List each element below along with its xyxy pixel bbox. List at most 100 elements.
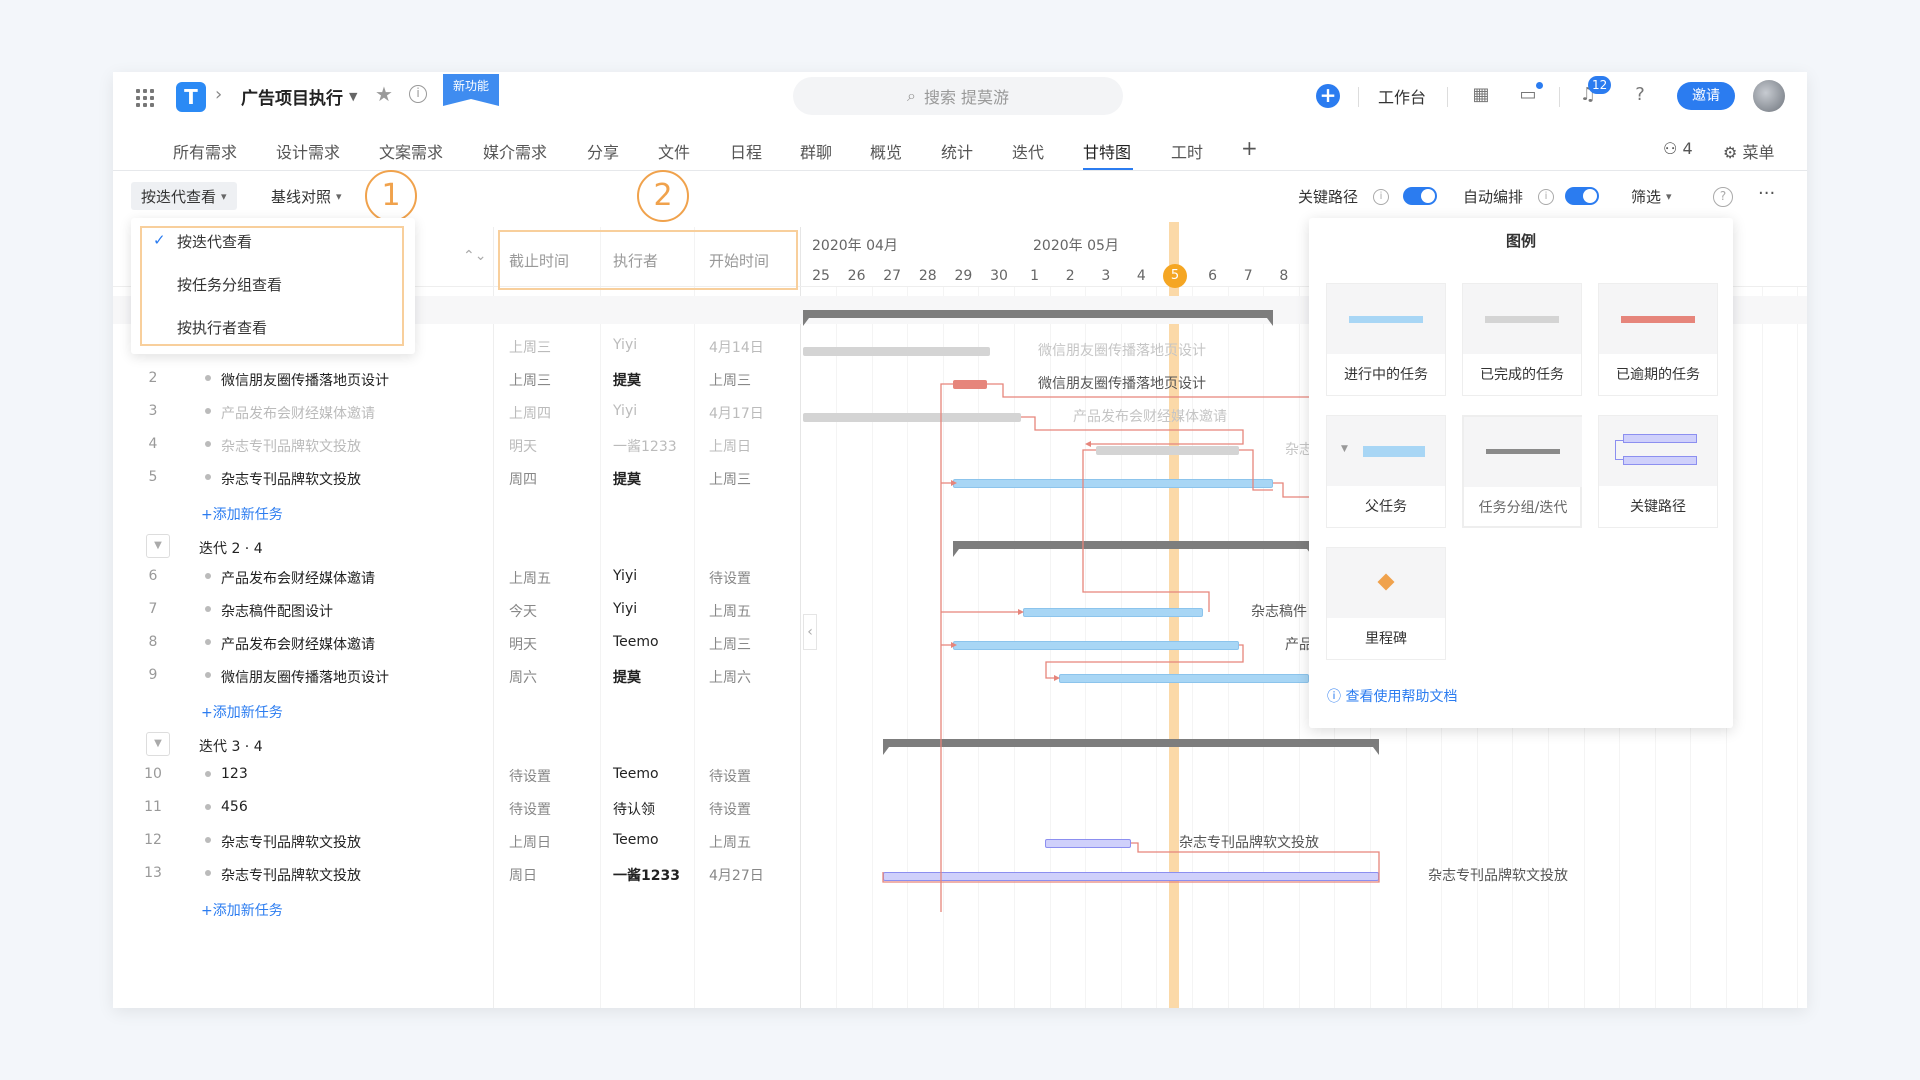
- deadline-cell: 周日: [509, 868, 537, 884]
- start-cell: 待设置: [709, 802, 751, 818]
- deadline-cell: 上周五: [509, 571, 551, 587]
- dropdown-item-group[interactable]: 按任务分组查看: [177, 274, 282, 295]
- day-label: 28: [918, 268, 937, 284]
- start-cell: 上周三: [709, 637, 751, 653]
- legend-label: 已完成的任务: [1480, 367, 1564, 383]
- start-cell: 上周三: [709, 472, 751, 488]
- legend-popover: 图例 进行中的任务 已完成的任务 已逾期的任务 ▼ 父任务 任务分组/迭代 关键…: [1309, 218, 1733, 728]
- task-bullet: [205, 474, 211, 480]
- day-label: 6: [1208, 268, 1218, 284]
- task-name[interactable]: 产品发布会财经媒体邀请: [221, 403, 375, 423]
- start-cell: 上周日: [709, 439, 751, 455]
- task-name[interactable]: 微信朋友圈传播落地页设计: [221, 370, 389, 390]
- day-label: 1: [1030, 268, 1040, 284]
- task-bullet: [205, 375, 211, 381]
- legend-label: 已逾期的任务: [1616, 367, 1700, 383]
- legend-iteration: 任务分组/迭代: [1462, 415, 1582, 528]
- legend-milestone: 里程碑: [1326, 547, 1446, 660]
- task-bullet: [205, 672, 211, 678]
- task-name[interactable]: 杂志专刊品牌软文投放: [221, 469, 361, 489]
- help-doc-link[interactable]: ⓘ 查看使用帮助文档: [1327, 686, 1457, 706]
- start-cell: 上周五: [709, 604, 751, 620]
- start-cell: 上周三: [709, 373, 751, 389]
- legend-label: 进行中的任务: [1344, 367, 1428, 383]
- assignee-cell: 提莫: [613, 373, 641, 389]
- start-cell: 4月14日: [709, 340, 764, 356]
- assignee-cell: Teemo: [613, 832, 659, 848]
- deadline-cell: 待设置: [509, 769, 551, 785]
- row-number: 10: [144, 766, 162, 782]
- start-cell: 待设置: [709, 571, 751, 587]
- deadline-cell: 今天: [509, 604, 537, 620]
- task-name[interactable]: 杂志专刊品牌软文投放: [221, 865, 361, 885]
- day-label: 27: [883, 268, 902, 284]
- row-number: 2: [148, 370, 158, 386]
- collapse-panel-handle[interactable]: ‹: [803, 614, 817, 650]
- row-number: 4: [148, 436, 158, 452]
- task-name[interactable]: 杂志稿件配图设计: [221, 601, 333, 621]
- task-bullet: [205, 441, 211, 447]
- deadline-cell: 上周四: [509, 406, 551, 422]
- deadline-cell: 上周三: [509, 340, 551, 356]
- deadline-cell: 明天: [509, 637, 537, 653]
- start-cell: 上周五: [709, 835, 751, 851]
- day-label: 4: [1136, 268, 1146, 284]
- task-name[interactable]: 杂志专刊品牌软文投放: [221, 436, 361, 456]
- start-cell: 待设置: [709, 769, 751, 785]
- day-label: 3: [1101, 268, 1111, 284]
- task-bullet: [205, 804, 211, 810]
- task-bullet: [205, 837, 211, 843]
- row-number: 11: [144, 799, 162, 815]
- row-number: 3: [148, 403, 158, 419]
- row-number: 8: [148, 634, 158, 650]
- deadline-cell: 周六: [509, 670, 537, 686]
- assignee-cell: 一酱1233: [613, 439, 677, 455]
- help-icon: ⓘ: [1327, 689, 1346, 705]
- view-by-dropdown: ✓ 按迭代查看 按任务分组查看 按执行者查看: [131, 218, 415, 354]
- task-name[interactable]: 123: [221, 766, 248, 782]
- app-window: T › 广告项目执行 ▼ ★ i 新功能 ⌕ 搜索 提莫游 + 工作台 ▦ ▭ ♫ …: [113, 72, 1807, 1008]
- day-label: 29: [954, 268, 973, 284]
- deadline-cell: 周四: [509, 472, 537, 488]
- task-name[interactable]: 微信朋友圈传播落地页设计: [221, 667, 389, 687]
- task-bullet: [205, 771, 211, 777]
- legend-critical-path: 关键路径: [1598, 415, 1718, 528]
- legend-title: 图例: [1505, 232, 1536, 250]
- dropdown-item-iteration[interactable]: 按迭代查看: [177, 231, 252, 252]
- deadline-cell: 上周日: [509, 835, 551, 851]
- legend-label: 任务分组/迭代: [1478, 500, 1568, 516]
- row-number: 12: [144, 832, 162, 848]
- start-cell: 4月27日: [709, 868, 764, 884]
- dropdown-item-assignee[interactable]: 按执行者查看: [177, 317, 267, 338]
- day-label: 26: [847, 268, 866, 284]
- task-bullet: [205, 870, 211, 876]
- row-number: 6: [148, 568, 158, 584]
- assignee-cell: Yiyi: [613, 403, 638, 419]
- legend-label: 父任务: [1365, 499, 1407, 515]
- legend-label: 里程碑: [1365, 631, 1407, 647]
- row-number: 5: [148, 469, 158, 485]
- start-cell: 上周六: [709, 670, 751, 686]
- task-bullet: [205, 573, 211, 579]
- task-name[interactable]: 杂志专刊品牌软文投放: [221, 832, 361, 852]
- task-name[interactable]: 产品发布会财经媒体邀请: [221, 634, 375, 654]
- deadline-cell: 上周三: [509, 373, 551, 389]
- day-label: 25: [812, 268, 830, 284]
- task-name[interactable]: 产品发布会财经媒体邀请: [221, 568, 375, 588]
- task-bullet: [205, 408, 211, 414]
- day-label: 8: [1279, 268, 1289, 284]
- row-number: 9: [148, 667, 158, 683]
- assignee-cell: Teemo: [613, 766, 659, 782]
- legend-label: 关键路径: [1630, 499, 1686, 515]
- day-label: 2: [1065, 268, 1075, 284]
- row-number: 13: [144, 865, 162, 881]
- legend-in-progress: 进行中的任务: [1326, 283, 1446, 396]
- task-name[interactable]: 456: [221, 799, 248, 815]
- assignee-cell: 待认领: [613, 802, 655, 818]
- start-cell: 4月17日: [709, 406, 764, 422]
- day-label: 30: [990, 268, 1008, 284]
- assignee-cell: Teemo: [613, 634, 659, 650]
- legend-done: 已完成的任务: [1462, 283, 1582, 396]
- legend-parent-task: ▼ 父任务: [1326, 415, 1446, 528]
- task-bullet: [205, 639, 211, 645]
